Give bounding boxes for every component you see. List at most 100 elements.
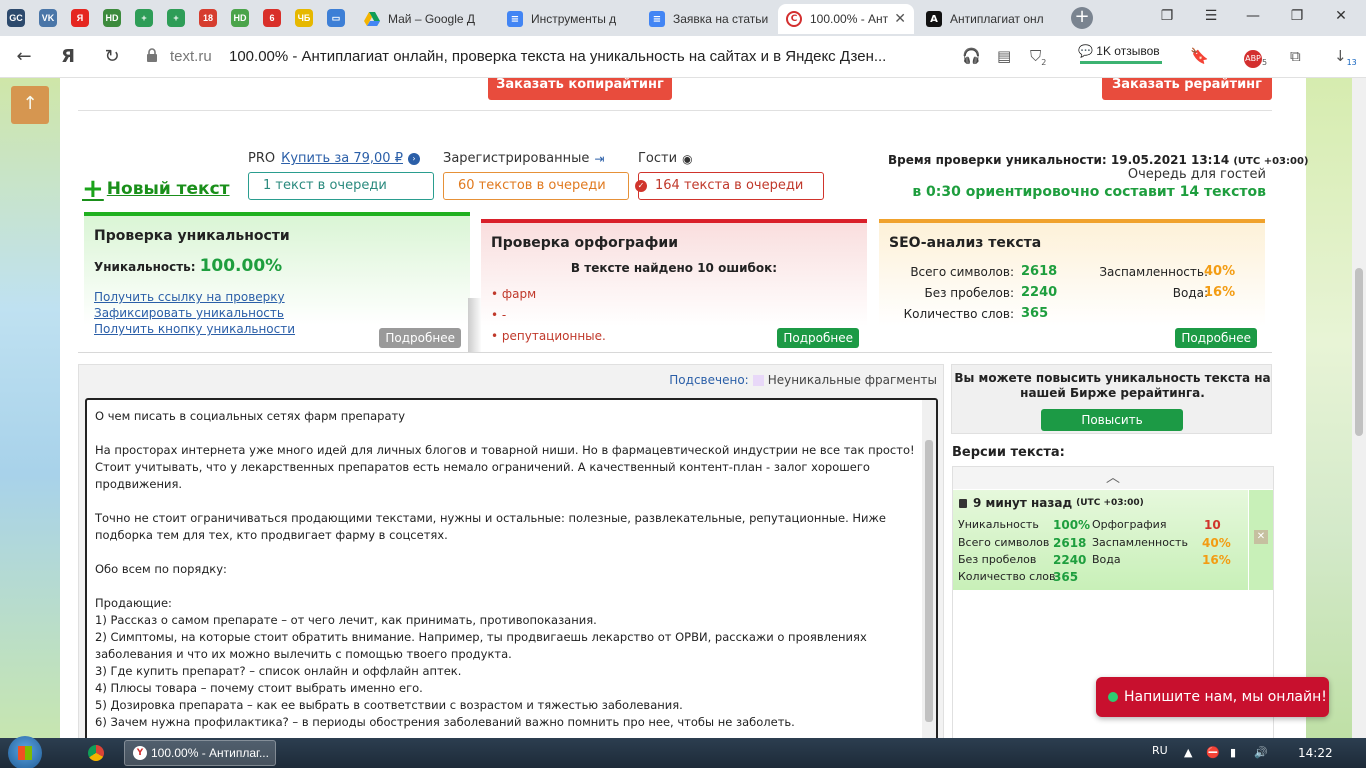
restore-icon[interactable]: ❐ — [1282, 8, 1312, 24]
pinned-tab[interactable]: GC — [4, 6, 28, 30]
download-icon[interactable]: ↓13 — [1334, 47, 1357, 67]
adblock-icon[interactable]: ABP5 — [1244, 47, 1267, 68]
login-icon[interactable]: ⇥ — [594, 152, 604, 166]
ext-badge: 5 — [1262, 58, 1268, 67]
version-spell-label: Орфография — [1092, 518, 1167, 531]
highlight-legend-text: Неуникальные фрагменты — [767, 373, 937, 387]
seo-title: SEO-анализ текста — [889, 235, 1042, 251]
start-button[interactable] — [8, 736, 42, 768]
delete-icon[interactable]: ✕ — [1254, 530, 1268, 544]
download-badge: 13 — [1346, 58, 1357, 67]
page-scrollbar[interactable] — [1352, 78, 1366, 738]
taskbar-task-browser[interactable]: Y 100.00% - Антиплаг... — [124, 740, 276, 766]
close-window-icon[interactable]: ✕ — [1326, 8, 1356, 24]
lock-icon[interactable] — [146, 48, 158, 62]
get-button-link[interactable]: Получить кнопку уникальности — [94, 322, 295, 336]
new-tab-button[interactable]: + — [1071, 7, 1093, 29]
drive-icon — [364, 11, 380, 27]
pinned-tab[interactable]: + — [132, 6, 156, 30]
headphones-icon[interactable]: 🎧 — [962, 47, 981, 65]
signal-icon[interactable]: ▮ — [1230, 746, 1236, 759]
spelling-error[interactable]: • фарм — [491, 287, 536, 301]
language-indicator[interactable]: RU — [1152, 744, 1168, 757]
bookmark-icon[interactable]: 🔖 — [1190, 47, 1209, 65]
pinned-tab[interactable]: ▭ — [324, 6, 348, 30]
spelling-error[interactable]: • репутационные. — [491, 329, 606, 343]
back-arrow-icon[interactable]: ← — [12, 46, 36, 67]
editor-scroll-thumb[interactable] — [925, 440, 933, 722]
boost-uniqueness-button[interactable]: Повысить уникальность — [1041, 409, 1183, 449]
boost-box: Вы можете повысить уникальность текста н… — [951, 364, 1272, 449]
close-tab-icon[interactable]: ✕ — [888, 11, 906, 27]
tab-title: Заявка на статьи — [673, 12, 769, 26]
tab-article-request[interactable]: ≡ Заявка на статьи — [641, 4, 777, 34]
pinned-tab[interactable]: HD — [100, 6, 124, 30]
pinned-tab[interactable]: 18 — [196, 6, 220, 30]
pinned-tab-icon: HD — [231, 9, 249, 27]
chrome-icon[interactable] — [88, 745, 104, 761]
new-text-label: Новый текст — [106, 179, 230, 199]
new-text-link[interactable]: + Новый текст — [82, 176, 230, 202]
reader-icon[interactable]: ▤ — [997, 47, 1011, 65]
seo-words-label: Количество слов: — [903, 307, 1014, 321]
seo-chars-label: Всего символов: — [910, 265, 1014, 279]
extension-icon[interactable]: ⧉ — [1290, 47, 1301, 65]
highlight-legend: Подсвечено: Неуникальные фрагменты — [669, 373, 937, 387]
order-rewriting-button[interactable]: Заказать рерайтинг — [1102, 78, 1272, 100]
pinned-tab[interactable]: VK — [36, 6, 60, 30]
text-editor[interactable]: О чем писать в социальных сетях фарм пре… — [85, 398, 938, 738]
pinned-tab[interactable]: 6 — [260, 6, 284, 30]
pinned-tab[interactable]: + — [164, 6, 188, 30]
tray-expand-icon[interactable]: ▲ — [1184, 746, 1192, 759]
network-error-icon[interactable]: ⛔ — [1206, 746, 1220, 759]
pinned-tab-icon: Я — [71, 9, 89, 27]
clock[interactable]: 14:22 — [1298, 746, 1333, 760]
seo-more-button[interactable]: Подробнее — [1175, 328, 1257, 348]
version-tz: (UTC +03:00) — [1076, 498, 1144, 508]
page-scroll-thumb[interactable] — [1355, 268, 1363, 436]
pinned-tab-icon: 6 — [263, 9, 281, 27]
guest-queue-status: ✓ 164 текста в очереди — [635, 172, 824, 200]
spelling-error[interactable]: • - — [491, 308, 506, 322]
pinned-tab[interactable]: HD — [228, 6, 252, 30]
pinned-tab[interactable]: ЧБ — [292, 6, 316, 30]
check-time: Время проверки уникальности: 19.05.2021 … — [888, 153, 1308, 167]
menu-icon[interactable]: ☰ — [1196, 8, 1226, 24]
editor-text[interactable]: О чем писать в социальных сетях фарм пре… — [95, 408, 915, 738]
protect-icon[interactable]: ⛉2 — [1030, 47, 1046, 67]
editor-scrollbar[interactable] — [922, 400, 936, 738]
spelling-more-button[interactable]: Подробнее — [777, 328, 859, 348]
tab-textru-active[interactable]: C 100.00% - Анти ✕ — [778, 4, 914, 34]
url-title[interactable]: 100.00% - Антиплагиат онлайн, проверка т… — [229, 48, 886, 65]
version-water-value: 16% — [1202, 553, 1231, 567]
arrow-circle-icon[interactable]: › — [407, 152, 420, 165]
chat-button[interactable]: Напишите нам, мы онлайн! — [1096, 677, 1329, 717]
version-spam-label: Заспамленность — [1092, 536, 1188, 549]
reviews-bar — [1080, 61, 1162, 64]
editor-container: Подсвечено: Неуникальные фрагменты О чем… — [78, 364, 944, 738]
tab-tools[interactable]: ≡ Инструменты д — [499, 4, 637, 34]
volume-icon[interactable]: 🔊 — [1254, 746, 1268, 759]
minimize-icon[interactable]: — — [1238, 8, 1268, 24]
spelling-found: В тексте найдено 10 ошибок: — [570, 261, 778, 275]
guest-queue-header: Гости ◉ — [638, 151, 693, 166]
tab-antiplagiat[interactable]: A Антиплагиат онл — [918, 4, 1056, 34]
reload-icon[interactable]: ↻ — [100, 46, 124, 67]
order-copywriting-button[interactable]: Заказать копирайтинг — [488, 78, 672, 100]
yandex-icon[interactable]: Я — [56, 46, 80, 67]
chevron-up-icon[interactable]: ︿ — [953, 467, 1273, 489]
version-item[interactable]: 9 минут назад (UTC +03:00) Уникальность … — [953, 490, 1248, 590]
pinned-tab[interactable]: Я — [68, 6, 92, 30]
version-water-label: Вода — [1092, 553, 1121, 566]
reviews-indicator[interactable]: 💬 1K отзывов — [1078, 44, 1160, 58]
docs-icon: ≡ — [507, 11, 523, 27]
tab-title: Май – Google Д — [388, 12, 476, 26]
uniqueness-more-button[interactable]: Подробнее — [379, 328, 461, 348]
get-check-link[interactable]: Получить ссылку на проверку — [94, 290, 285, 304]
tabs-overview-icon[interactable]: ❐ — [1152, 8, 1182, 24]
pro-buy-link[interactable]: Купить за 79,00 ₽ — [281, 151, 403, 166]
tab-google-drive[interactable]: Май – Google Д — [356, 4, 494, 34]
scroll-up-button[interactable]: ↑ — [11, 86, 49, 124]
fix-uniqueness-link[interactable]: Зафиксировать уникальность — [94, 306, 284, 320]
url-host[interactable]: text.ru — [170, 48, 212, 65]
